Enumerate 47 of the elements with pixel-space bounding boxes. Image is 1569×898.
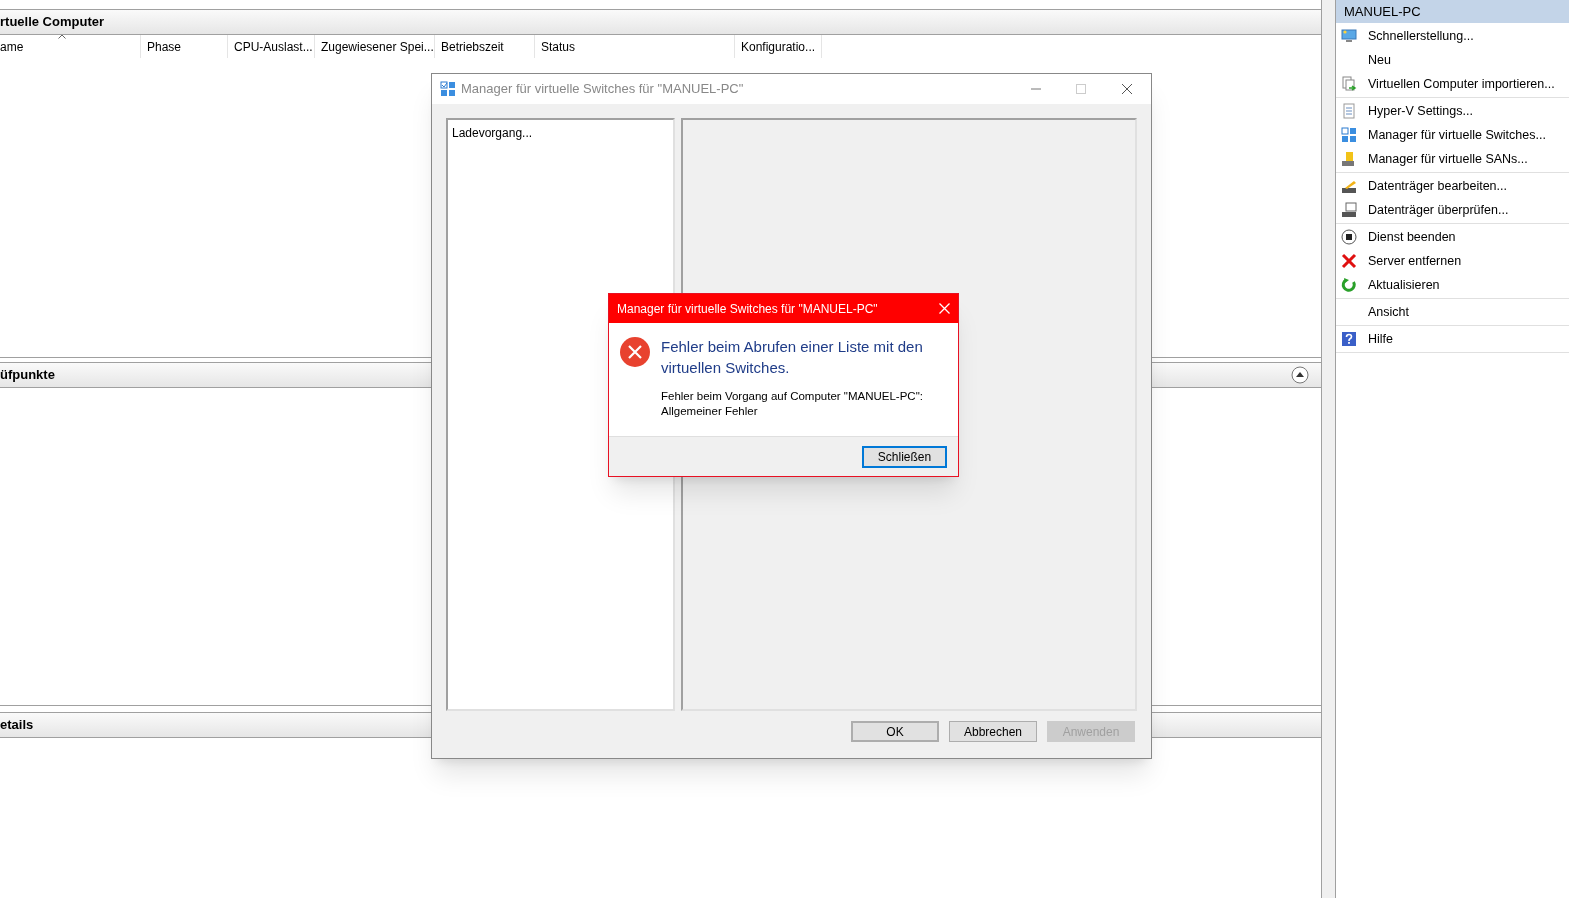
window-title: Manager für virtuelle Switches für "MANUEL-PC": [461, 80, 744, 99]
action-link[interactable]: Hilfe: [1368, 329, 1393, 349]
action-link[interactable]: Datenträger überprüfen...: [1368, 200, 1509, 220]
column-header[interactable]: Konfiguratio...: [735, 35, 822, 58]
panel-title: üfpunkte: [0, 366, 55, 385]
loading-text: Ladevorgang...: [452, 126, 533, 140]
dialog-button[interactable]: Abbrechen: [949, 721, 1037, 742]
action-link[interactable]: Manager für virtuelle Switches...: [1368, 125, 1546, 145]
action-link[interactable]: Ansicht: [1368, 302, 1409, 322]
column-header[interactable]: Zugewiesener Spei...: [315, 35, 435, 58]
storage-icon: [1341, 151, 1357, 167]
action-link[interactable]: Schnellerstellung...: [1368, 26, 1474, 46]
switch-icon: [1341, 127, 1357, 143]
refresh-icon: [1341, 277, 1357, 293]
help-icon: [1341, 331, 1357, 347]
action-link[interactable]: Server entfernen: [1368, 251, 1462, 271]
column-header[interactable]: Betriebszeit: [435, 35, 535, 58]
error-icon: [619, 336, 651, 368]
stop-icon: [1341, 229, 1357, 245]
action-link[interactable]: Datenträger bearbeiten...: [1368, 176, 1507, 196]
dialog-title: Manager für virtuelle Switches für "MANUEL-PC": [617, 300, 879, 318]
actions-header: MANUEL-PC: [1336, 0, 1569, 23]
panel-header: rtuelle Computer: [0, 10, 1321, 35]
action-link[interactable]: Neu: [1368, 50, 1391, 70]
error-message: Fehler beim Vorgang auf Computer "MANUEL-PC": Allgemeiner Fehler: [661, 389, 924, 419]
action-link[interactable]: Virtuellen Computer importieren...: [1368, 74, 1555, 94]
switch-icon: [440, 81, 456, 97]
close-button[interactable]: Schließen: [862, 445, 947, 468]
monitor-icon: [1341, 28, 1357, 44]
column-header[interactable]: CPU-Auslast...: [228, 35, 315, 58]
action-link[interactable]: Manager für virtuelle SANs...: [1368, 149, 1528, 169]
pencil-disk-icon: [1341, 178, 1357, 194]
close-icon[interactable]: [1121, 83, 1133, 95]
dialog-button[interactable]: OK: [851, 721, 939, 742]
column-header[interactable]: ame: [0, 35, 141, 58]
action-link[interactable]: Hyper-V Settings...: [1368, 101, 1473, 121]
import-icon: [1341, 76, 1357, 92]
action-link[interactable]: Aktualisieren: [1368, 275, 1440, 295]
collapse-icon[interactable]: [1291, 366, 1309, 384]
column-header[interactable]: Status: [535, 35, 735, 58]
disk-icon: [1341, 202, 1357, 218]
document-icon: [1341, 103, 1357, 119]
error-heading: Fehler beim Abrufen einer Liste mit den virtuellen Switches.: [661, 337, 924, 378]
delete-icon: [1341, 253, 1357, 269]
action-link[interactable]: Dienst beenden: [1368, 227, 1456, 247]
splitter-bar[interactable]: [1322, 0, 1336, 898]
column-header[interactable]: Phase: [141, 35, 228, 58]
